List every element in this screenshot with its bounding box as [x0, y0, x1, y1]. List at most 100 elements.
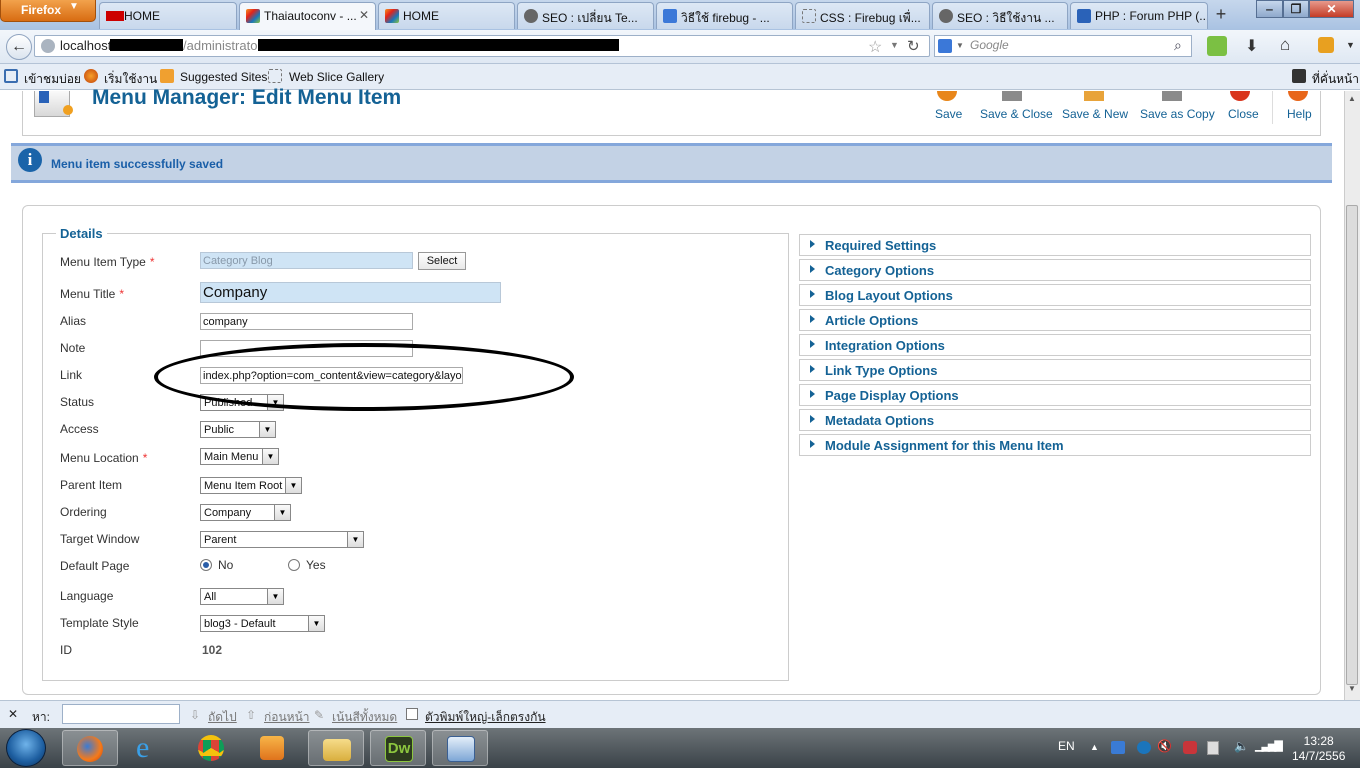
- search-icon[interactable]: ⌕: [1174, 37, 1182, 54]
- scroll-down-icon[interactable]: ▼: [1348, 684, 1356, 693]
- default-page-no-radio[interactable]: [200, 559, 212, 571]
- panel-page-display-options[interactable]: Page Display Options: [799, 384, 1311, 406]
- panel-article-options[interactable]: Article Options: [799, 309, 1311, 331]
- link-label: Link: [60, 368, 83, 382]
- tab-home-2[interactable]: HOME: [378, 2, 515, 29]
- parent-item-select[interactable]: Menu Item Root ▼: [200, 477, 302, 494]
- engine-dropdown-icon[interactable]: ▼: [956, 41, 964, 50]
- language-value: All: [204, 591, 217, 603]
- language-indicator[interactable]: EN: [1058, 739, 1075, 753]
- panel-required-settings[interactable]: Required Settings: [799, 234, 1311, 256]
- taskbar-firefox[interactable]: [62, 730, 118, 766]
- panel-module-assignment[interactable]: Module Assignment for this Menu Item: [799, 434, 1311, 456]
- default-page-yes-radio[interactable]: [288, 559, 300, 571]
- scroll-up-icon[interactable]: ▲: [1348, 94, 1356, 103]
- taskbar-chrome[interactable]: [184, 730, 240, 766]
- tray-teamviewer-icon[interactable]: [1137, 741, 1151, 754]
- panel-category-options[interactable]: Category Options: [799, 259, 1311, 281]
- chevron-down-icon: ▼: [308, 616, 324, 631]
- site-favicon-icon: [106, 11, 124, 21]
- help-button[interactable]: Help: [1287, 107, 1312, 121]
- access-select[interactable]: Public ▼: [200, 421, 276, 438]
- bookmark-suggested-sites[interactable]: Suggested Sites: [180, 70, 267, 84]
- panel-link-type-options[interactable]: Link Type Options: [799, 359, 1311, 381]
- tab-home-1[interactable]: HOME: [99, 2, 237, 29]
- taskbar-dreamweaver[interactable]: Dw: [370, 730, 426, 766]
- tab-seo-2[interactable]: SEO : วิธีใช้งาน ...: [932, 2, 1068, 29]
- taskbar-ie[interactable]: e: [122, 730, 178, 766]
- panel-blog-layout-options[interactable]: Blog Layout Options: [799, 284, 1311, 306]
- find-previous-button[interactable]: ก่อนหน้า: [264, 708, 310, 727]
- menu-block-icon: [39, 91, 49, 103]
- downloads-icon[interactable]: ⬇: [1245, 36, 1258, 56]
- addon-icon[interactable]: [1318, 37, 1334, 53]
- select-type-button[interactable]: Select: [418, 252, 466, 270]
- close-window-button[interactable]: ✕: [1309, 0, 1354, 18]
- url-dropdown-icon[interactable]: ▼: [890, 40, 899, 50]
- site-favicon-icon: [524, 9, 538, 23]
- save-button[interactable]: Save: [935, 107, 962, 121]
- system-clock[interactable]: 13:28 14/7/2556: [1292, 734, 1345, 764]
- firefox-menu-button[interactable]: Firefox ▼: [0, 0, 96, 22]
- tray-speaker-muted-icon[interactable]: 🔇: [1157, 739, 1172, 753]
- chevron-down-icon[interactable]: ▼: [1346, 40, 1355, 50]
- template-style-label: Template Style: [60, 616, 139, 630]
- target-window-select[interactable]: Parent ▼: [200, 531, 364, 548]
- tab-label: Thaiautoconv - ...: [264, 9, 357, 23]
- tab-seo-1[interactable]: SEO : เปลี่ยน Te...: [517, 2, 654, 29]
- template-style-select[interactable]: blog3 - Default ▼: [200, 615, 325, 632]
- label-text: Menu Location: [60, 451, 139, 465]
- tab-php-forum[interactable]: PHP : Forum PHP (...: [1070, 2, 1208, 29]
- save-close-button[interactable]: Save & Close: [980, 107, 1053, 121]
- start-button[interactable]: [6, 729, 46, 767]
- highlight-all-button[interactable]: เน้นสีทั้งหมด: [332, 708, 397, 727]
- new-tab-button[interactable]: +: [1210, 4, 1232, 26]
- restore-window-button[interactable]: ❐: [1283, 0, 1309, 18]
- match-case-checkbox[interactable]: [406, 708, 418, 720]
- save-copy-button[interactable]: Save as Copy: [1140, 107, 1215, 121]
- ordering-select[interactable]: Company ▼: [200, 504, 291, 521]
- bookmarks-menu-button[interactable]: ที่คั่นหน้า: [1312, 70, 1359, 89]
- home-icon[interactable]: ⌂: [1280, 35, 1290, 55]
- close-find-icon[interactable]: ✕: [8, 707, 18, 721]
- panel-metadata-options[interactable]: Metadata Options: [799, 409, 1311, 431]
- bookmark-most-visited[interactable]: เข้าชมบ่อย: [24, 70, 81, 89]
- tray-device-icon[interactable]: [1207, 741, 1219, 755]
- tab-firebug[interactable]: วิธีใช้ firebug - ...: [656, 2, 793, 29]
- google-engine-icon[interactable]: [938, 39, 952, 53]
- taskbar-explorer[interactable]: [308, 730, 364, 766]
- tray-network-app-icon[interactable]: [1111, 741, 1125, 754]
- bookmark-web-slice-gallery[interactable]: Web Slice Gallery: [289, 70, 384, 84]
- tab-css-firebug[interactable]: CSS : Firebug เพื่...: [795, 2, 930, 29]
- find-label: หา:: [32, 710, 50, 724]
- find-input[interactable]: [62, 704, 180, 724]
- find-next-button[interactable]: ถัดไป: [208, 708, 237, 727]
- bookmark-star-icon[interactable]: ☆: [868, 37, 882, 57]
- save-new-button[interactable]: Save & New: [1062, 107, 1128, 121]
- tab-thaiautoconv[interactable]: Thaiautoconv - ... ✕: [239, 2, 376, 30]
- panel-integration-options[interactable]: Integration Options: [799, 334, 1311, 356]
- back-arrow-icon[interactable]: ←: [6, 34, 32, 60]
- menu-location-select[interactable]: Main Menu ▼: [200, 448, 279, 465]
- expand-arrow-icon: [810, 265, 815, 273]
- scrollbar-thumb[interactable]: [1346, 205, 1358, 685]
- language-select[interactable]: All ▼: [200, 588, 284, 605]
- close-button[interactable]: Close: [1228, 107, 1259, 121]
- taskbar-media[interactable]: [244, 730, 300, 766]
- minimize-window-button[interactable]: ‒: [1256, 0, 1283, 18]
- addon-icon[interactable]: [1207, 36, 1227, 56]
- menu-title-input[interactable]: Company: [200, 282, 501, 303]
- reload-icon[interactable]: ↻: [907, 37, 920, 55]
- volume-icon[interactable]: 🔈: [1234, 739, 1249, 753]
- close-tab-icon[interactable]: ✕: [359, 8, 369, 22]
- save-new-icon[interactable]: [1084, 91, 1104, 101]
- show-hidden-icons-icon[interactable]: ▲: [1090, 742, 1099, 752]
- expand-arrow-icon: [810, 390, 815, 398]
- alias-input[interactable]: company: [200, 313, 413, 330]
- save-close-icon[interactable]: [1002, 91, 1022, 101]
- tray-antivirus-icon[interactable]: [1183, 741, 1197, 754]
- required-mark: *: [149, 255, 155, 269]
- network-signal-icon[interactable]: ▁▃▅▇: [1255, 739, 1283, 752]
- taskbar-other-app[interactable]: [432, 730, 488, 766]
- save-copy-icon[interactable]: [1162, 91, 1182, 101]
